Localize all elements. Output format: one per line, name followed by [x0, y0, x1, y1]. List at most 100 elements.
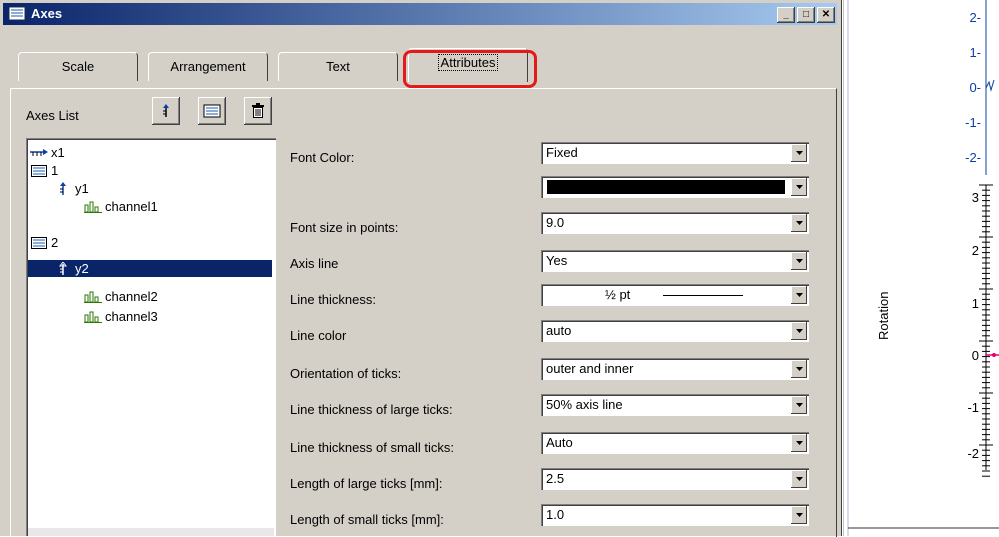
tree-item-system-2[interactable]: 2	[30, 234, 58, 251]
chevron-down-icon	[791, 506, 807, 524]
add-axis-button[interactable]	[152, 97, 180, 125]
tree-item-label: 2	[51, 235, 59, 250]
axis-title-rotation: Rotation	[876, 291, 891, 340]
coordinate-system-icon	[203, 104, 221, 118]
chevron-down-icon	[791, 144, 807, 162]
lower-tick: 2	[971, 243, 979, 258]
font-size-label: Font size in points:	[290, 220, 399, 235]
tree-item-y1[interactable]: y1	[54, 180, 89, 197]
orientation-ticks-value: outer and inner	[546, 361, 634, 376]
tree-item-label: channel3	[105, 309, 158, 324]
upper-tick: 1-	[969, 45, 981, 60]
orientation-ticks-select[interactable]: outer and inner	[541, 358, 809, 380]
upper-tick: -1-	[965, 115, 981, 130]
chevron-down-icon	[791, 322, 807, 340]
tab-label: Arrangement	[170, 59, 246, 74]
axis-line-select[interactable]: Yes	[541, 250, 809, 272]
lower-tick: -2	[967, 446, 979, 461]
large-ticks-thickness-label: Line thickness of large ticks:	[290, 402, 453, 417]
window-title: Axes	[31, 6, 63, 21]
delete-button[interactable]	[244, 97, 272, 125]
font-color-select[interactable]: Fixed	[541, 142, 809, 164]
axes-dialog: Axes _ □ ✕ Scale Arrangement Text Attrib…	[0, 0, 842, 537]
axes-app-icon	[9, 7, 25, 20]
channel-icon	[84, 291, 102, 303]
chevron-down-icon	[791, 360, 807, 378]
close-button[interactable]: ✕	[817, 7, 835, 23]
axes-tree[interactable]: x1 1 y1 channel1 2 y2 channel2 channel3	[26, 138, 276, 536]
y-axis-icon	[54, 181, 72, 196]
background-chart: 2- 1- 0- -1- -2- 3 2 1 0 -1 -2	[843, 0, 999, 536]
tab-scale[interactable]: Scale	[18, 52, 138, 81]
tree-item-channel1[interactable]: channel1	[84, 198, 158, 215]
small-ticks-thickness-value: Auto	[546, 435, 573, 450]
small-ticks-length-select[interactable]: 1.0	[541, 504, 809, 526]
small-ticks-thickness-label: Line thickness of small ticks:	[290, 440, 455, 455]
minimize-button[interactable]: _	[777, 7, 795, 23]
tab-arrangement[interactable]: Arrangement	[148, 52, 268, 81]
coordinate-system-icon	[30, 164, 48, 177]
font-size-select[interactable]: 9.0	[541, 212, 809, 234]
tree-item-channel3[interactable]: channel3	[84, 308, 158, 325]
tab-label: Text	[326, 59, 350, 74]
axis-line-value: Yes	[546, 253, 568, 268]
tree-item-y2[interactable]: y2	[28, 260, 272, 277]
large-ticks-length-value: 2.5	[546, 471, 565, 486]
tab-label: Scale	[61, 59, 95, 74]
upper-tick: -2-	[965, 150, 981, 165]
tree-item-channel2[interactable]: channel2	[84, 288, 158, 305]
maximize-button[interactable]: □	[797, 7, 815, 23]
orientation-ticks-label: Orientation of ticks:	[290, 366, 402, 381]
small-ticks-thickness-select[interactable]: Auto	[541, 432, 809, 454]
large-ticks-length-select[interactable]: 2.5	[541, 468, 809, 490]
tree-item-label: y2	[75, 261, 89, 276]
line-thickness-label: Line thickness:	[290, 292, 376, 307]
maximize-icon: □	[802, 9, 810, 20]
add-system-button[interactable]	[198, 97, 226, 125]
line-thickness-preview	[663, 295, 743, 296]
upper-tick: 0-	[969, 80, 981, 95]
chevron-down-icon	[791, 396, 807, 414]
chevron-down-icon	[791, 214, 807, 232]
line-color-value: auto	[546, 323, 572, 338]
tree-item-x1[interactable]: x1	[30, 144, 65, 161]
trash-icon	[252, 103, 264, 118]
tree-item-label: y1	[75, 181, 89, 196]
tree-item-label: channel1	[105, 199, 158, 214]
lower-tick: 1	[971, 296, 979, 311]
font-color-picker[interactable]	[541, 176, 809, 198]
line-color-select[interactable]: auto	[541, 320, 809, 342]
title-bar[interactable]: Axes _ □ ✕	[3, 3, 837, 25]
x-axis-icon	[30, 148, 48, 158]
close-icon: ✕	[821, 9, 831, 20]
tab-text[interactable]: Text	[278, 52, 398, 81]
line-color-label: Line color	[290, 328, 347, 343]
tree-item-label: channel2	[105, 289, 158, 304]
large-ticks-thickness-value: 50% axis line	[546, 397, 623, 412]
lower-tick: 0	[971, 348, 979, 363]
chevron-down-icon	[791, 252, 807, 270]
lower-tick: 3	[971, 190, 979, 205]
small-ticks-length-value: 1.0	[546, 507, 565, 522]
font-size-value: 9.0	[546, 215, 565, 230]
axis-line-label: Axis line	[290, 256, 339, 271]
tree-horizontal-scrollbar[interactable]	[28, 528, 274, 536]
lower-tick: -1	[967, 400, 979, 415]
tree-item-label: 1	[51, 163, 59, 178]
large-ticks-length-label: Length of large ticks [mm]:	[290, 476, 443, 491]
line-thickness-select[interactable]: ½ pt	[541, 284, 809, 306]
coordinate-system-icon	[30, 236, 48, 249]
large-ticks-thickness-select[interactable]: 50% axis line	[541, 394, 809, 416]
tree-item-system-1[interactable]: 1	[30, 162, 58, 179]
y-axis-icon	[54, 261, 72, 276]
chevron-down-icon	[791, 434, 807, 452]
line-thickness-value: ½ pt	[605, 287, 631, 302]
chevron-down-icon	[791, 178, 807, 196]
channel-icon	[84, 311, 102, 323]
upper-tick: 2-	[969, 10, 981, 25]
font-color-label: Font Color:	[290, 150, 355, 165]
channel-icon	[84, 201, 102, 213]
small-ticks-length-label: Length of small ticks [mm]:	[290, 512, 444, 527]
color-swatch	[547, 180, 785, 194]
y-axis-icon	[163, 104, 169, 117]
